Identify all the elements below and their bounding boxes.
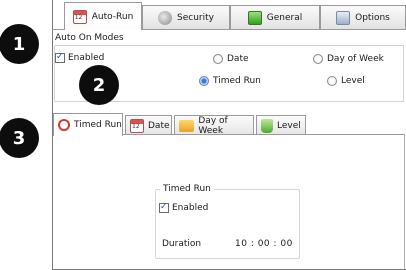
tab-day-of-week[interactable]: Day of Week bbox=[174, 115, 254, 136]
callout-badge-1: 1 bbox=[0, 24, 39, 64]
radio-date[interactable]: Date bbox=[213, 54, 249, 64]
radio-circle-selected[interactable] bbox=[199, 76, 209, 86]
timed-run-group-title: Timed Run bbox=[160, 184, 214, 194]
auto-on-enabled-label: Enabled bbox=[68, 53, 105, 63]
auto-on-modes-title: Auto On Modes bbox=[55, 33, 124, 43]
duration-input[interactable]: 10 : 00 : 00 bbox=[235, 239, 293, 249]
tab-general-label: General bbox=[266, 12, 303, 23]
options-icon bbox=[336, 10, 351, 25]
level-icon bbox=[261, 118, 273, 133]
top-tab-bar: Auto-Run Security General Options bbox=[52, 0, 406, 30]
radio-timed-run[interactable]: Timed Run bbox=[199, 76, 261, 86]
callout-badge-3: 3 bbox=[0, 118, 39, 158]
radio-timed-run-label: Timed Run bbox=[213, 76, 261, 86]
radio-circle[interactable] bbox=[327, 76, 337, 86]
radio-level-label: Level bbox=[341, 76, 365, 86]
tab-timed-run-label: Timed Run bbox=[74, 120, 122, 130]
duration-label: Duration bbox=[162, 239, 202, 249]
general-icon bbox=[247, 10, 262, 25]
tab-options[interactable]: Options bbox=[320, 5, 406, 29]
radio-date-label: Date bbox=[227, 54, 249, 64]
folder-icon bbox=[179, 119, 195, 132]
tab-date-label: Date bbox=[148, 120, 170, 131]
mode-tab-bar: Timed Run Date Day of Week Level bbox=[53, 113, 406, 136]
clock-icon bbox=[58, 119, 70, 131]
radio-level[interactable]: Level bbox=[327, 76, 365, 86]
tab-level[interactable]: Level bbox=[256, 115, 306, 135]
tab-options-label: Options bbox=[355, 12, 390, 23]
tab-security[interactable]: Security bbox=[142, 5, 230, 29]
radio-day-of-week[interactable]: Day of Week bbox=[313, 54, 384, 64]
tab-level-label: Level bbox=[277, 120, 301, 131]
tab-auto-run[interactable]: Auto-Run bbox=[64, 2, 142, 30]
timed-run-enabled-checkbox[interactable]: Enabled bbox=[159, 202, 209, 213]
calendar-icon bbox=[130, 118, 144, 133]
radio-day-of-week-label: Day of Week bbox=[327, 54, 384, 64]
timed-run-enabled-label: Enabled bbox=[172, 203, 209, 213]
tab-day-of-week-label: Day of Week bbox=[198, 115, 228, 136]
callout-badge-2: 2 bbox=[79, 65, 119, 105]
lock-icon bbox=[158, 10, 173, 25]
auto-on-enabled-checkbox[interactable]: Enabled bbox=[55, 52, 105, 63]
tab-general[interactable]: General bbox=[230, 5, 320, 29]
checkbox-box[interactable] bbox=[159, 202, 169, 213]
tab-security-label: Security bbox=[177, 12, 214, 23]
checkbox-box[interactable] bbox=[55, 52, 65, 63]
tab-auto-run-label: Auto-Run bbox=[91, 11, 134, 22]
radio-circle[interactable] bbox=[313, 54, 323, 64]
tab-timed-run[interactable]: Timed Run bbox=[53, 113, 123, 136]
radio-circle[interactable] bbox=[213, 54, 223, 64]
calendar-icon bbox=[72, 9, 87, 24]
tab-date[interactable]: Date bbox=[125, 115, 172, 135]
